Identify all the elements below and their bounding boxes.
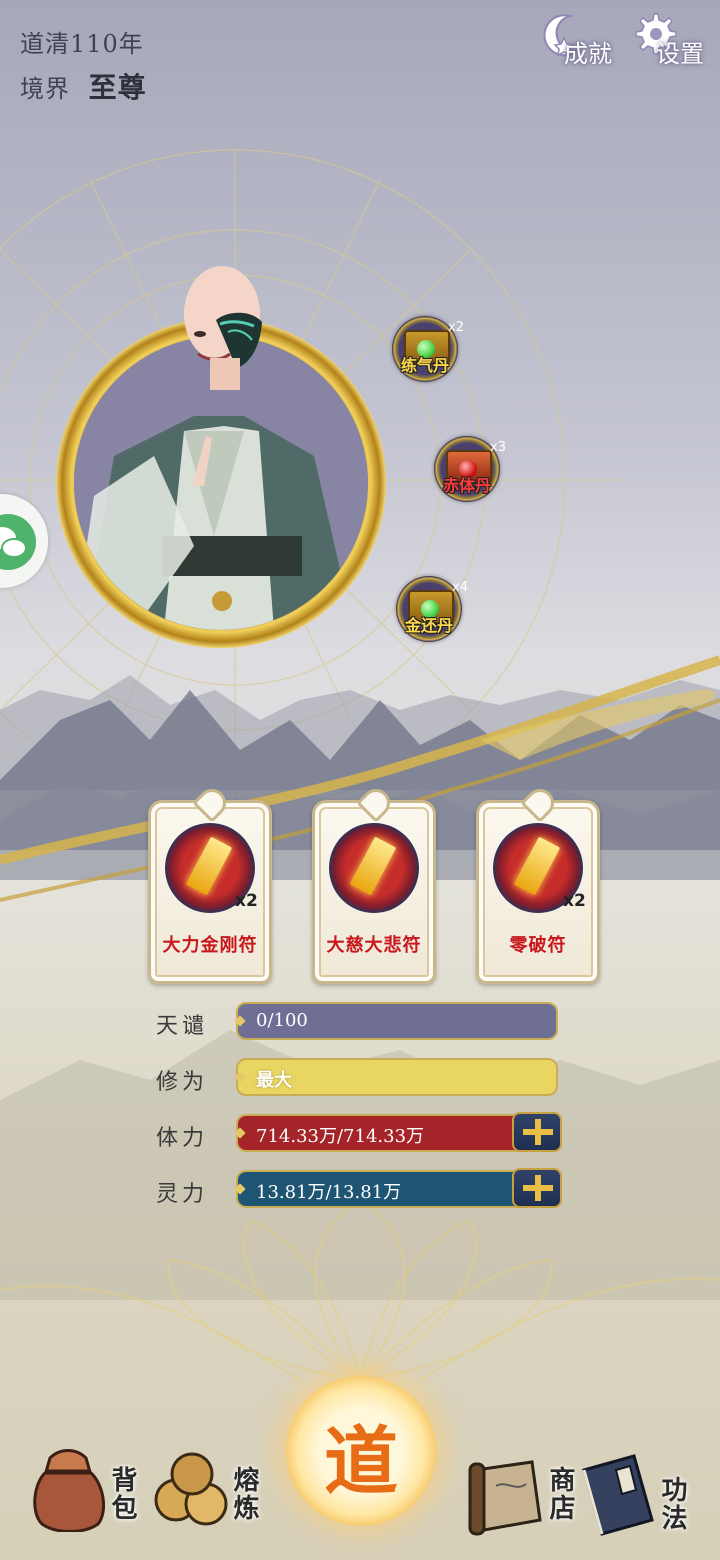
cultivation-label: 修为	[156, 1070, 209, 1095]
tribulation-bar: 0/100	[236, 1002, 558, 1040]
nav-refine-label: 熔炼	[229, 1466, 259, 1522]
stamina-add-button[interactable]	[512, 1112, 562, 1152]
tribulation-value: 0/100	[256, 1010, 308, 1031]
talisman-name: 大力金刚符	[162, 935, 258, 956]
tribulation-label: 天谴	[156, 1014, 209, 1039]
cultivation-bar: 最大	[236, 1058, 558, 1096]
stamina-value: 714.33万/714.33万	[256, 1126, 425, 1147]
talisman-paper	[513, 836, 561, 896]
refine-ore-icon	[154, 1452, 228, 1526]
talisman-name: 零破符	[509, 935, 567, 956]
spirit-label: 灵力	[156, 1182, 209, 1207]
achievement-label: 成就	[564, 40, 612, 68]
talisman-card-1[interactable]: x2 大力金刚符	[148, 783, 272, 984]
pill-node-2[interactable]: x3 赤体丹	[434, 436, 506, 502]
talisman-icon	[329, 823, 419, 913]
dao-main-button[interactable]: 道	[286, 1376, 436, 1526]
talisman-card-3[interactable]: x2 零破符	[476, 783, 600, 984]
achievement-button[interactable]: 成就	[540, 10, 620, 68]
talisman-paper	[185, 836, 233, 896]
stamina-bar: 714.33万/714.33万	[236, 1114, 526, 1152]
pill-name: 金还丹	[404, 616, 453, 635]
game-screen: 道清110年 境界 至尊 成就 设置 x2 练气丹 x3 赤体丹 x4 金还丹 …	[0, 0, 720, 1560]
pill-node-1[interactable]: x2 练气丹	[392, 316, 464, 382]
talisman-paper	[349, 836, 397, 896]
talisman-card-2[interactable]: 大慈大悲符	[312, 783, 436, 984]
pill-name: 练气丹	[400, 356, 449, 375]
pill-count: x3	[490, 440, 506, 455]
nav-bag-label: 背包	[107, 1466, 137, 1522]
talisman-name: 大慈大悲符	[326, 935, 422, 956]
dao-age-text: 道清110年	[20, 30, 144, 58]
nav-shop[interactable]: 商店	[466, 1456, 576, 1556]
stamina-label: 体力	[156, 1126, 209, 1151]
nav-skills[interactable]: 功法	[576, 1452, 696, 1552]
cultivation-value: 最大	[256, 1070, 292, 1091]
pill-count: x4	[452, 580, 468, 595]
settings-button[interactable]: 设置	[630, 10, 710, 68]
nav-refine[interactable]: 熔炼	[152, 1446, 262, 1546]
pouch-icon	[33, 1449, 106, 1532]
pill-count: x2	[448, 320, 464, 335]
realm-row: 境界 至尊	[20, 66, 147, 106]
spirit-bar: 13.81万/13.81万	[236, 1170, 526, 1208]
realm-label: 境界	[20, 75, 70, 103]
settings-label: 设置	[656, 40, 704, 68]
spirit-add-button[interactable]	[512, 1168, 562, 1208]
pill-name: 赤体丹	[442, 476, 491, 495]
dao-glyph: 道	[324, 1419, 398, 1505]
pill-node-3[interactable]: x4 金还丹	[396, 576, 468, 642]
nav-shop-label: 商店	[545, 1466, 575, 1522]
nav-skills-label: 功法	[657, 1476, 687, 1532]
spirit-value: 13.81万/13.81万	[256, 1182, 402, 1203]
chat-bubbles-icon	[0, 514, 36, 570]
book-icon	[582, 1454, 654, 1536]
background-art	[0, 149, 720, 1383]
talisman-count: x2	[563, 891, 586, 911]
talisman-count: x2	[235, 891, 258, 911]
nav-bag[interactable]: 背包	[28, 1442, 138, 1542]
realm-value: 至尊	[88, 71, 147, 104]
scroll-map-icon	[468, 1460, 542, 1536]
character-head	[184, 266, 262, 390]
